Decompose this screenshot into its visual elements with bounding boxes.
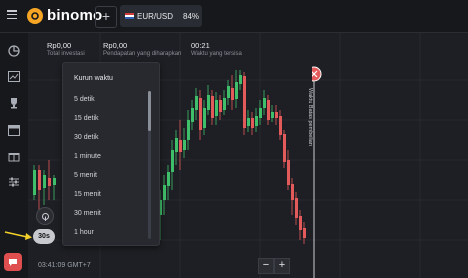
candle	[183, 140, 186, 150]
candle	[295, 198, 298, 218]
timeframe-dropdown: Kurun waktu 5 detik 15 detik 30 detik 1 …	[62, 62, 160, 246]
candle	[231, 88, 234, 100]
candle	[243, 76, 246, 128]
candle	[179, 140, 182, 152]
candle	[215, 100, 218, 116]
candle	[187, 120, 190, 140]
candle	[283, 134, 286, 162]
clock: 03:41:09 GMT+7	[38, 262, 91, 269]
candle	[279, 116, 282, 135]
candle	[203, 108, 206, 128]
candle	[263, 98, 266, 108]
zoom-in-button[interactable]: +	[274, 258, 290, 274]
time-left-label: Waktu yang tersisa	[191, 51, 242, 57]
timeframe-title: Kurun waktu	[74, 75, 113, 82]
annotation-arrow-icon	[4, 231, 32, 240]
drawing-tools-button[interactable]	[36, 207, 54, 225]
candle	[299, 216, 302, 230]
candle	[43, 175, 46, 188]
candle	[303, 228, 306, 238]
candle	[267, 100, 270, 120]
zoom-out-button[interactable]: −	[258, 258, 274, 274]
timeframe-option[interactable]: 15 detik	[74, 115, 99, 122]
candle	[167, 172, 170, 186]
candle	[53, 178, 56, 185]
candle	[227, 86, 230, 98]
candle	[259, 108, 262, 118]
expected-info: Rp0,00 Pendapatan yang diharapkan	[103, 41, 181, 57]
candle	[287, 160, 290, 185]
timeframe-option[interactable]: 30 detik	[74, 134, 99, 141]
timeframe-option[interactable]: 30 menit	[74, 210, 101, 217]
candle	[291, 184, 294, 200]
expected-label: Pendapatan yang diharapkan	[103, 51, 182, 57]
candle	[195, 96, 198, 110]
timeframe-option[interactable]: 5 menit	[74, 172, 97, 179]
candle	[207, 95, 210, 110]
candle	[255, 116, 258, 126]
investment-label: Total investasi	[47, 51, 85, 57]
candle	[171, 150, 174, 172]
finish-label: Waktu Batas pembelian	[307, 88, 313, 146]
timeframe-option[interactable]: 5 detik	[74, 96, 95, 103]
candle	[191, 108, 194, 122]
candle	[211, 96, 214, 118]
candle	[48, 178, 51, 186]
candle	[239, 75, 242, 84]
timeframe-button[interactable]: 30s	[33, 229, 55, 244]
candle	[199, 98, 202, 130]
timeframe-option[interactable]: 1 minute	[74, 153, 101, 160]
candle	[33, 170, 36, 195]
candle	[235, 82, 238, 99]
scrollbar-thumb[interactable]	[148, 91, 151, 131]
candle	[38, 170, 41, 190]
candle	[219, 100, 222, 112]
candle	[175, 138, 178, 152]
dropdown-scrollbar[interactable]	[148, 91, 151, 239]
investment-info: Rp0,00 Total investasi	[47, 41, 85, 57]
time-left-info: 00:21 Waktu yang tersisa	[191, 41, 242, 57]
candle	[251, 118, 254, 128]
candle	[163, 185, 166, 200]
candle	[247, 118, 250, 126]
time-left-value: 00:21	[191, 41, 210, 50]
candle	[275, 112, 278, 118]
candle	[271, 112, 274, 118]
expected-value: Rp0,00	[103, 41, 128, 50]
candle	[223, 98, 226, 110]
timeframe-option[interactable]: 15 menit	[74, 191, 101, 198]
finish-line	[312, 66, 322, 278]
timeframe-option[interactable]: 1 hour	[74, 229, 94, 236]
investment-value: Rp0,00	[47, 41, 72, 50]
